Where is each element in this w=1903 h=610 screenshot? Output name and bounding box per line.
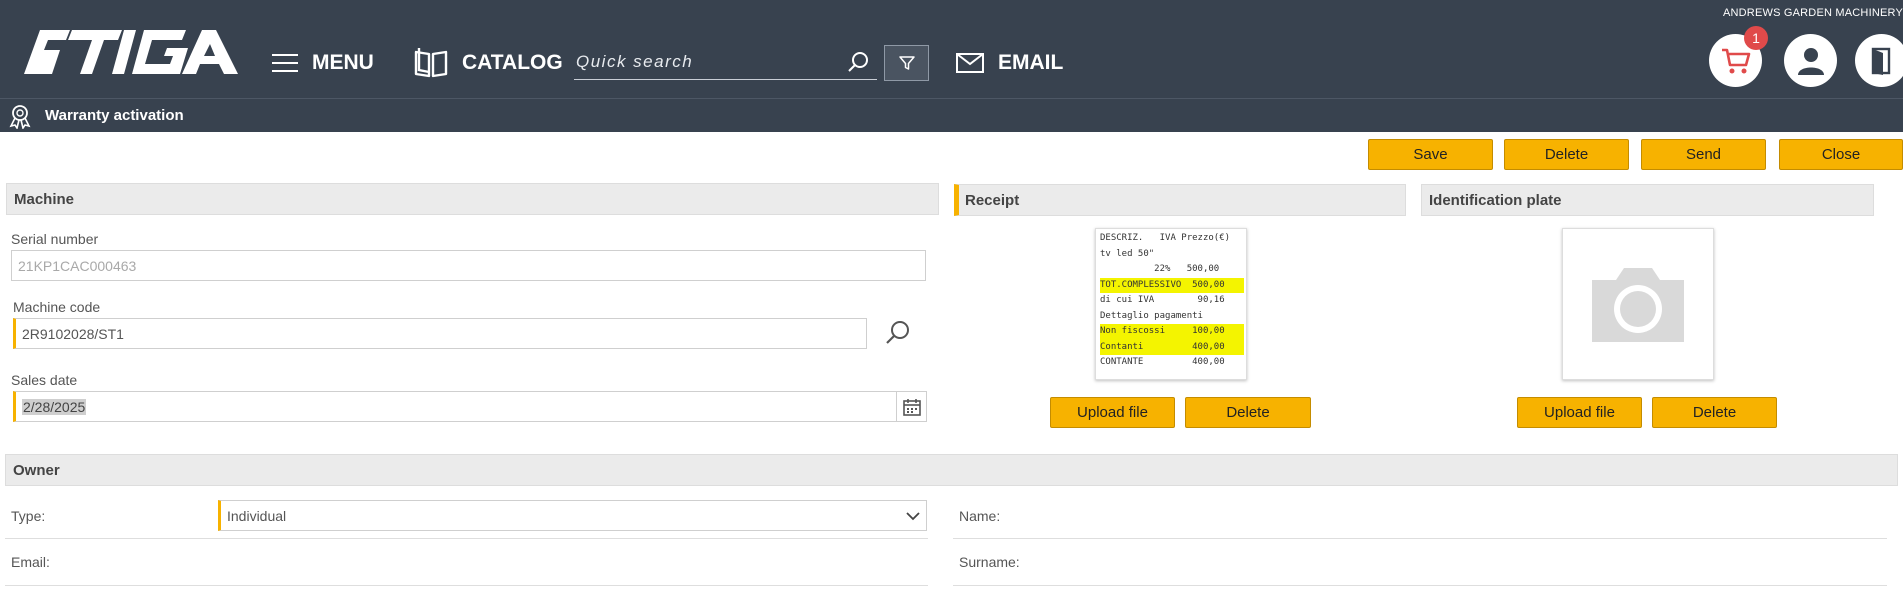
machine-code-field[interactable]: 2R9102028/ST1 — [13, 318, 867, 349]
receipt-image[interactable]: DESCRIZ. IVA Prezzo(€) tv led 50" 22% 500… — [1095, 228, 1247, 380]
owner-type-label: Type: — [11, 508, 46, 524]
plate-section-header: Identification plate — [1421, 184, 1874, 216]
receipt-section-title: Receipt — [965, 191, 1020, 209]
serial-number-label: Serial number — [11, 231, 99, 247]
page-subheader: Warranty activation — [0, 98, 1903, 132]
receipt-image-line: tv led 50" — [1100, 248, 1155, 259]
company-name: ANDREWS GARDEN MACHINERY — [1722, 7, 1903, 19]
calendar-icon — [902, 398, 921, 416]
sales-date-value: 2/28/2025 — [22, 398, 87, 415]
owner-email-label: Email: — [11, 554, 50, 570]
stiga-logo-graphic — [24, 30, 238, 74]
hamburger-icon — [272, 54, 298, 72]
receipt-image-line: di cui IVA 90,16 — [1100, 295, 1225, 305]
chevron-down-icon — [906, 512, 920, 521]
machine-section-header: Machine — [6, 183, 939, 215]
serial-number-field: 21KP1CAC000463 — [11, 250, 926, 281]
close-button[interactable]: Close — [1779, 139, 1903, 170]
filter-button[interactable] — [884, 45, 929, 81]
receipt-image-line: CONTANTE 400,00 — [1100, 357, 1225, 367]
search-icon[interactable] — [847, 51, 869, 73]
divider — [5, 538, 928, 539]
plate-delete-button[interactable]: Delete — [1652, 397, 1777, 428]
camera-icon — [1592, 268, 1684, 342]
door-exit-icon — [1871, 47, 1890, 75]
plate-image-placeholder[interactable] — [1562, 228, 1714, 380]
catalog-button[interactable]: CATALOG — [414, 46, 563, 80]
plate-section-title: Identification plate — [1429, 191, 1562, 209]
owner-name-label: Name: — [959, 508, 1001, 524]
receipt-section-header: Receipt — [954, 184, 1406, 216]
book-icon — [414, 48, 448, 78]
save-button[interactable]: Save — [1368, 139, 1493, 170]
cart-count-badge: 1 — [1744, 26, 1768, 50]
sales-date-label: Sales date — [11, 372, 78, 388]
cart-icon — [1721, 48, 1750, 73]
receipt-upload-button[interactable]: Upload file — [1050, 397, 1175, 428]
receipt-delete-button[interactable]: Delete — [1185, 397, 1311, 428]
menu-label: MENU — [312, 51, 374, 74]
plate-upload-button[interactable]: Upload file — [1517, 397, 1642, 428]
machine-section-title: Machine — [14, 190, 75, 208]
receipt-image-line: DESCRIZ. IVA Prezzo(€) — [1100, 233, 1231, 243]
envelope-icon — [956, 53, 984, 73]
page-title: Warranty activation — [45, 107, 184, 124]
receipt-image-line: 22% 500,00 — [1100, 264, 1220, 274]
divider — [953, 538, 1887, 539]
machine-code-label: Machine code — [13, 299, 101, 315]
filter-icon — [898, 56, 915, 70]
machine-code-search-icon[interactable] — [885, 320, 911, 346]
owner-type-value: Individual — [227, 507, 287, 524]
award-ribbon-icon — [9, 105, 31, 129]
calendar-button[interactable] — [896, 392, 926, 421]
email-button[interactable]: EMAIL — [956, 46, 1063, 80]
search-input[interactable] — [574, 47, 834, 77]
catalog-label: CATALOG — [462, 51, 563, 74]
receipt-image-line: TOT.COMPLESSIVO 500,00 — [1100, 277, 1244, 293]
receipt-image-line: Contanti 400,00 — [1100, 339, 1244, 355]
owner-surname-label: Surname: — [959, 554, 1020, 570]
serial-number-value: 21KP1CAC000463 — [18, 257, 137, 274]
email-label: EMAIL — [998, 51, 1064, 74]
owner-type-select[interactable]: Individual — [218, 500, 927, 531]
owner-section-title: Owner — [13, 461, 60, 479]
receipt-image-line: Non fiscossi 100,00 — [1100, 324, 1244, 340]
top-bar: ANDREWS GARDEN MACHINERY MENU CATALOG Qu… — [0, 0, 1903, 98]
user-icon — [1797, 47, 1824, 75]
quick-search — [574, 47, 877, 80]
divider — [953, 585, 1887, 586]
sales-date-field[interactable]: 2/28/2025 — [13, 391, 927, 422]
user-button[interactable] — [1784, 34, 1837, 87]
delete-button[interactable]: Delete — [1504, 139, 1629, 170]
send-button[interactable]: Send — [1641, 139, 1766, 170]
receipt-image-line: Dettaglio pagamenti — [1100, 310, 1203, 321]
divider — [5, 585, 928, 586]
receipt-image-content: DESCRIZ. IVA Prezzo(€) tv led 50" 22% 500… — [1100, 231, 1244, 371]
logout-button[interactable] — [1855, 34, 1903, 87]
stiga-logo[interactable] — [10, 24, 238, 81]
menu-button[interactable]: MENU — [272, 46, 374, 80]
machine-code-value: 2R9102028/ST1 — [22, 325, 124, 342]
owner-section-header: Owner — [5, 454, 1898, 486]
